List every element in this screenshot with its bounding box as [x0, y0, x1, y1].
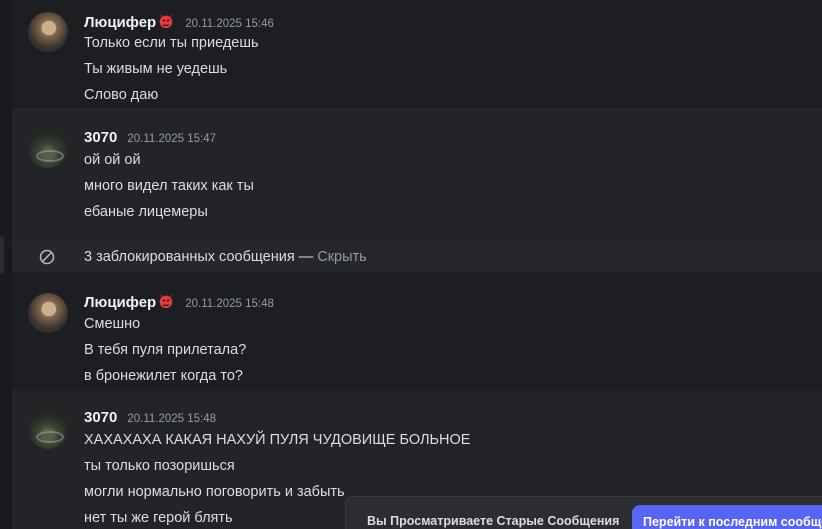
message-line: ХАХАХАХА КАКАЯ НАХУЙ ПУЛЯ ЧУДОВИЩЕ БОЛЬН…	[84, 432, 471, 448]
blocked-messages-bar: 3 заблокированных сообщения — Скрыть	[12, 242, 822, 272]
avatar[interactable]	[28, 128, 68, 168]
old-messages-label: Вы Просматриваете Старые Сообщения	[367, 514, 620, 528]
old-messages-bar: Вы Просматриваете Старые Сообщения Перей…	[345, 496, 822, 529]
message-header: Люцифер 20.11.2025 15:46	[84, 12, 274, 31]
hide-blocked-link[interactable]: Скрыть	[317, 249, 367, 265]
message-line: В тебя пуля прилетала?	[84, 342, 247, 358]
message-group: Люцифер 20.11.2025 15:48 Смешно В тебя п…	[12, 272, 822, 389]
author-name[interactable]: Люцифер	[84, 292, 175, 311]
message-feed: Люцифер 20.11.2025 15:46 Только если ты …	[12, 0, 822, 529]
chat-page: Люцифер 20.11.2025 15:46 Только если ты …	[0, 0, 822, 529]
message-line: ты только позоришься	[84, 458, 235, 474]
message-line: Ты живым не уедешь	[84, 61, 228, 77]
message-line: Смешно	[84, 316, 141, 332]
message-timestamp: 20.11.2025 15:48	[127, 413, 217, 425]
blocked-count-label: 3 заблокированных сообщения —	[84, 249, 318, 265]
message-line: Только если ты приедешь	[84, 35, 259, 51]
author-name[interactable]: 3070	[84, 409, 117, 426]
jump-to-latest-button[interactable]: Перейти к последним сообщениям	[632, 505, 822, 529]
message-group: Люцифер 20.11.2025 15:46 Только если ты …	[12, 0, 822, 108]
author-name[interactable]: 3070	[84, 129, 117, 146]
message-timestamp: 20.11.2025 15:46	[185, 18, 274, 30]
message-line: ой ой ой	[84, 152, 141, 168]
message-group: 3070 20.11.2025 15:47 ой ой ой много вид…	[12, 108, 822, 242]
blocked-messages-text: 3 заблокированных сообщения — Скрыть	[84, 247, 367, 267]
author-name[interactable]: Люцифер	[84, 12, 175, 31]
devil-emoji-icon	[159, 14, 173, 29]
avatar[interactable]	[28, 409, 68, 449]
message-line: много видел таких как ты	[84, 178, 254, 194]
message-header: Люцифер 20.11.2025 15:48	[84, 292, 274, 311]
message-line: ебаные лицемеры	[84, 204, 208, 220]
message-header: 3070 20.11.2025 15:48	[84, 409, 216, 426]
message-timestamp: 20.11.2025 15:47	[127, 133, 217, 145]
message-line: нет ты же герой блять	[84, 510, 233, 526]
message-line: Слово даю	[84, 87, 159, 103]
devil-emoji-icon	[159, 294, 173, 309]
message-line: в бронежилет когда то?	[84, 368, 243, 384]
avatar[interactable]	[28, 293, 68, 333]
sidebar-resize-handle[interactable]	[0, 236, 4, 274]
message-header: 3070 20.11.2025 15:47	[84, 129, 216, 146]
avatar[interactable]	[28, 12, 68, 52]
message-timestamp: 20.11.2025 15:48	[185, 298, 274, 310]
message-line: могли нормально поговорить и забыть	[84, 484, 345, 500]
block-icon	[39, 249, 55, 265]
